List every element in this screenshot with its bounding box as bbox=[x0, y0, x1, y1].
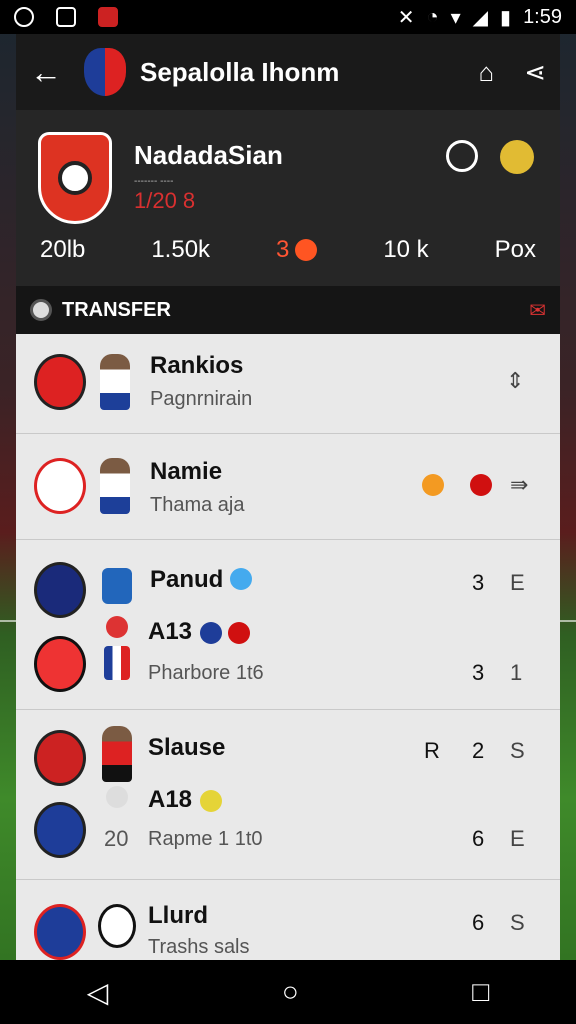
club-badge bbox=[34, 562, 86, 618]
verified-icon bbox=[230, 568, 252, 590]
list-item[interactable]: Namie Thama aja ⇛ bbox=[16, 434, 560, 540]
coin-icon[interactable] bbox=[500, 140, 534, 174]
app-notification-icon bbox=[98, 7, 118, 27]
swap-icon[interactable]: ⇕ bbox=[506, 368, 524, 394]
club-badge bbox=[34, 904, 86, 960]
arrow-2[interactable]: 1 bbox=[510, 660, 522, 686]
stat-2: 1.50k bbox=[151, 236, 211, 263]
section-label: TRANSFER bbox=[62, 298, 171, 321]
stat-3-value: 3 bbox=[276, 236, 290, 263]
battery-icon: ▮ bbox=[500, 6, 512, 29]
clock-text: 1:59 bbox=[523, 5, 562, 28]
stat-3: 3 bbox=[276, 236, 318, 264]
player-line2: A13 bbox=[148, 618, 193, 645]
transfer-section-header: TRANSFER ✉ bbox=[16, 286, 560, 334]
stat-4: 10 k bbox=[383, 236, 429, 263]
arrow-1[interactable]: S bbox=[510, 910, 525, 936]
player-sub: Trashs sals bbox=[148, 936, 250, 958]
club-small-badge bbox=[106, 616, 128, 638]
football-icon bbox=[58, 161, 92, 195]
profile-icon[interactable]: ⌂ bbox=[478, 57, 494, 88]
count-2: 6 bbox=[472, 826, 485, 851]
count-1: 3 bbox=[472, 570, 485, 595]
club-badge bbox=[34, 636, 86, 692]
list-item[interactable]: Llurd Trashs sals 6 S bbox=[16, 880, 560, 960]
result-letter: R bbox=[424, 738, 440, 763]
count-1: 6 bbox=[472, 910, 485, 935]
club-badge bbox=[34, 730, 86, 786]
back-arrow-icon[interactable]: ← bbox=[30, 54, 70, 91]
team-name: NadadaSian bbox=[134, 140, 283, 170]
club-badge bbox=[34, 354, 86, 410]
player-name: Llurd bbox=[148, 902, 208, 929]
alarm-icon: ◔ bbox=[426, 5, 439, 28]
player-sub: Pagnrnirain bbox=[150, 388, 253, 410]
share-icon[interactable]: ⋖ bbox=[524, 57, 546, 88]
red-card-icon bbox=[470, 474, 492, 496]
player-name: Slause bbox=[148, 734, 226, 761]
fire-icon bbox=[295, 239, 318, 261]
arrow-1[interactable]: S bbox=[510, 738, 525, 764]
club-shield bbox=[102, 568, 132, 604]
trophy-icon bbox=[422, 474, 444, 496]
transfer-arrow-icon[interactable]: ⇛ bbox=[510, 472, 528, 498]
team-header: NadadaSian ------- ---- 1/20 8 20lb 1.50… bbox=[16, 110, 560, 286]
emoji-icon bbox=[200, 790, 222, 812]
flag-icon bbox=[104, 646, 130, 680]
player-avatar bbox=[100, 354, 130, 410]
status-bar: ✕ ◔ ▾ ◢ ▮ 1:59 bbox=[0, 0, 576, 34]
navigation-bar: ◁ ○ □ bbox=[0, 960, 576, 1024]
wifi-icon: ▾ bbox=[450, 6, 461, 29]
stat-5: Pox bbox=[494, 236, 536, 263]
list-item[interactable]: Slause R 2 S 20 A18 Rapme 1 1t0 6 E bbox=[16, 710, 560, 880]
app-bar: ← Sepalolla Ihonm ⌂ ⋖ bbox=[16, 34, 560, 110]
player-avatar bbox=[102, 726, 132, 782]
mute-icon: ✕ bbox=[397, 6, 415, 29]
red-badge-icon bbox=[228, 622, 250, 644]
player-sub: Rapme 1 1t0 bbox=[148, 828, 263, 850]
team-stats: 20lb 1.50k 3 10 k Pox bbox=[16, 236, 560, 264]
player-name: Rankios bbox=[150, 352, 244, 379]
player-sub: Pharbore 1t6 bbox=[148, 662, 264, 684]
photo-icon bbox=[56, 7, 76, 27]
player-sub: Thama aja bbox=[150, 494, 245, 516]
recents-icon[interactable]: □ bbox=[472, 976, 489, 1008]
blue-badge-icon bbox=[200, 622, 222, 644]
club-logo bbox=[84, 48, 126, 96]
signal-icon: ◢ bbox=[472, 6, 489, 29]
player-number: 20 bbox=[104, 826, 129, 851]
list-item[interactable]: Rankios Pagnrnirain ⇕ bbox=[16, 334, 560, 434]
team-crest bbox=[38, 132, 112, 224]
team-score: 1/20 8 bbox=[134, 188, 196, 213]
back-icon[interactable]: ◁ bbox=[87, 976, 109, 1009]
player-avatar bbox=[100, 458, 130, 514]
count-2: 3 bbox=[472, 660, 485, 685]
arrow-1[interactable]: E bbox=[510, 570, 525, 596]
player-line2: A18 bbox=[148, 786, 193, 813]
club-badge bbox=[34, 458, 86, 514]
ball-icon bbox=[30, 299, 52, 321]
club-badge-small bbox=[98, 904, 136, 948]
ball-icon bbox=[106, 786, 128, 808]
transfer-list: Rankios Pagnrnirain ⇕ Namie Thama aja ⇛ … bbox=[16, 334, 560, 960]
notification-icon bbox=[14, 7, 34, 27]
home-icon[interactable]: ○ bbox=[282, 976, 299, 1008]
player-name: Namie bbox=[150, 458, 223, 485]
arrow-2[interactable]: E bbox=[510, 826, 525, 852]
mail-icon[interactable]: ✉ bbox=[529, 298, 546, 323]
team-subtitle: ------- ---- bbox=[134, 176, 174, 187]
player-name: Panud bbox=[150, 566, 224, 593]
club-badge bbox=[34, 802, 86, 858]
stat-1: 20lb bbox=[40, 236, 86, 263]
clock-icon[interactable] bbox=[446, 140, 478, 172]
count-1: 2 bbox=[472, 738, 485, 763]
list-item[interactable]: Panud 3 E A13 Pharbore 1t6 3 1 bbox=[16, 540, 560, 710]
app-title: Sepalolla Ihonm bbox=[140, 56, 340, 87]
